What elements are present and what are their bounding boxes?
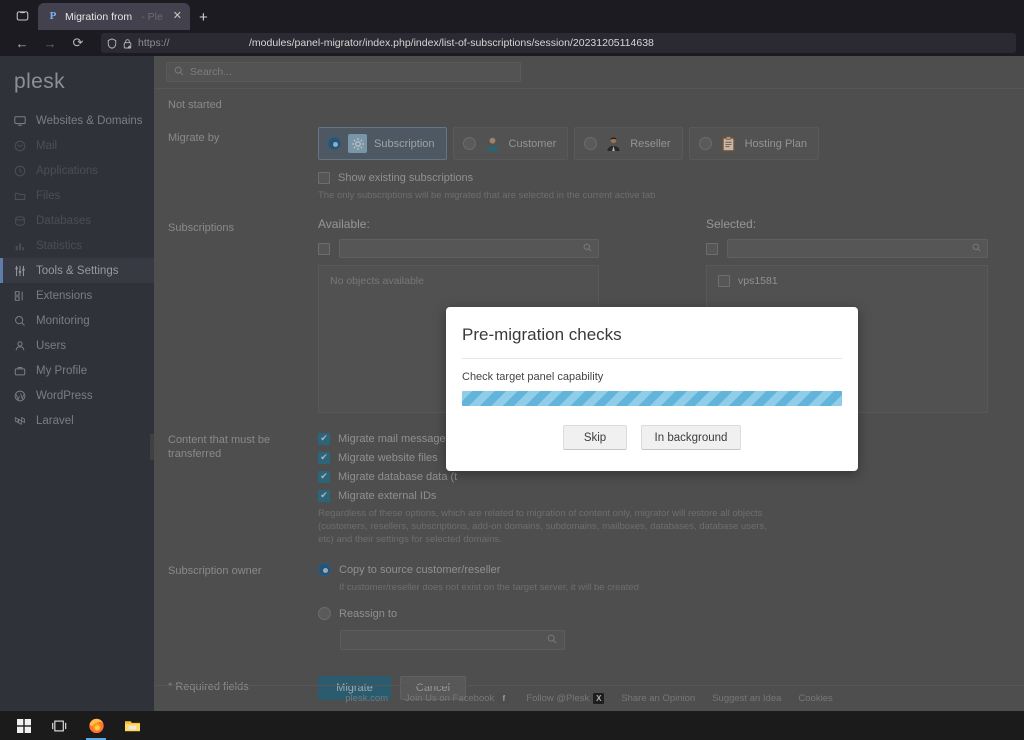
shield-icon[interactable] (107, 37, 117, 49)
dialog-title: Pre-migration checks (462, 325, 842, 359)
url-path: /modules/panel-migrator/index.php/index/… (249, 37, 654, 49)
browser-tab[interactable]: P Migration from - Ple ✕ (38, 3, 190, 30)
dialog-actions: Skip In background (462, 425, 842, 450)
reload-icon[interactable]: ⟳ (64, 32, 92, 54)
back-icon[interactable]: ← (8, 32, 36, 54)
progress-bar (462, 391, 842, 406)
skip-button[interactable]: Skip (563, 425, 627, 450)
tab-title-suffix: - Ple (141, 10, 163, 23)
screen: P Migration from - Ple ✕ + ← → ⟳ https:/… (0, 0, 1024, 740)
tab-title: Migration from (65, 10, 133, 23)
windows-taskbar (0, 711, 1024, 740)
tab-list-icon[interactable] (8, 1, 36, 29)
browser-navbar: ← → ⟳ https:// /modules/panel-migrator/i… (0, 30, 1024, 56)
close-icon[interactable]: ✕ (171, 10, 184, 23)
file-explorer-icon[interactable] (114, 711, 150, 740)
address-bar[interactable]: https:// /modules/panel-migrator/index.p… (101, 33, 1016, 53)
lock-warning-icon[interactable] (123, 38, 132, 49)
pre-migration-checks-dialog: Pre-migration checks Check target panel … (446, 307, 858, 471)
task-view-icon[interactable] (42, 711, 78, 740)
url-scheme: https:// (138, 37, 170, 49)
forward-icon[interactable]: → (36, 32, 64, 54)
tab-strip: P Migration from - Ple ✕ + (0, 0, 1024, 30)
browser-chrome: P Migration from - Ple ✕ + ← → ⟳ https:/… (0, 0, 1024, 56)
plesk-page: plesk Websites & Domains Mail Applicatio… (0, 56, 1024, 711)
firefox-icon[interactable] (78, 711, 114, 740)
dialog-status-text: Check target panel capability (462, 371, 604, 383)
in-background-button[interactable]: In background (641, 425, 741, 450)
plesk-favicon: P (49, 10, 57, 22)
windows-start-icon[interactable] (6, 711, 42, 740)
new-tab-button[interactable]: + (199, 9, 208, 26)
